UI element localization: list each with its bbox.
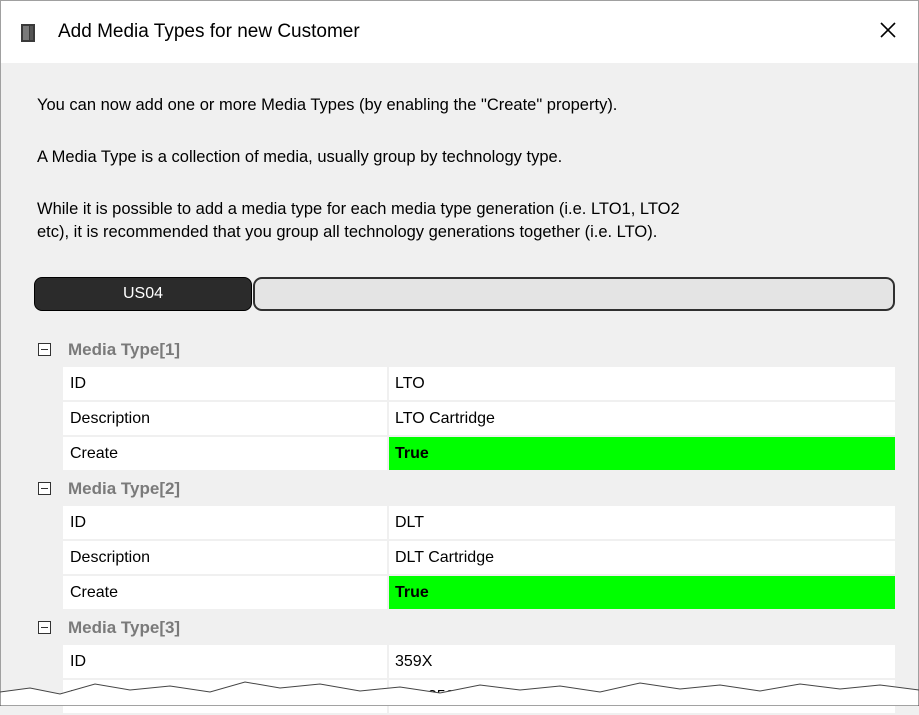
- category-label: Media Type[1]: [68, 340, 181, 359]
- property-name: Create: [63, 576, 387, 609]
- property-name: ID: [63, 367, 387, 400]
- app-icon: [19, 23, 39, 43]
- create-toggle[interactable]: True: [389, 576, 895, 609]
- instruction-text: A Media Type is a collection of media, u…: [37, 148, 563, 166]
- create-toggle[interactable]: True: [389, 437, 895, 470]
- property-row: ID LTO: [63, 367, 895, 402]
- instruction-text: etc), it is recommended that you group a…: [37, 223, 658, 241]
- category-media-type-3: Media Type[3]: [34, 611, 895, 645]
- property-row: ID 359X: [63, 645, 895, 680]
- property-row: ID DLT: [63, 506, 895, 541]
- collapse-minus-icon[interactable]: [38, 482, 51, 495]
- property-value[interactable]: DLT: [389, 506, 895, 539]
- category-label: Media Type[3]: [68, 618, 181, 637]
- category-label: Media Type[2]: [68, 479, 181, 498]
- property-name: Description: [63, 680, 387, 713]
- property-row: Description LTO Cartridge: [63, 402, 895, 437]
- window-title: Add Media Types for new Customer: [58, 21, 360, 42]
- property-value[interactable]: IBM 359x Cartridge: [389, 680, 895, 713]
- property-value[interactable]: LTO Cartridge: [389, 402, 895, 435]
- collapse-minus-icon[interactable]: [38, 343, 51, 356]
- property-row: Create True: [63, 437, 895, 472]
- tab-strip-empty: [253, 277, 895, 311]
- property-value[interactable]: 359X: [389, 645, 895, 678]
- customer-tab-strip: US04: [34, 277, 895, 311]
- property-name: Create: [63, 437, 387, 470]
- property-name: ID: [63, 645, 387, 678]
- property-value[interactable]: LTO: [389, 367, 895, 400]
- property-row: Description DLT Cartridge: [63, 541, 895, 576]
- close-button[interactable]: [858, 1, 918, 63]
- instruction-text: While it is possible to add a media type…: [37, 200, 680, 218]
- property-row: Create True: [63, 576, 895, 611]
- property-grid: Media Type[1] ID LTO Description LTO Car…: [34, 333, 895, 715]
- instruction-text: You can now add one or more Media Types …: [37, 96, 618, 114]
- collapse-minus-icon[interactable]: [38, 621, 51, 634]
- property-name: Description: [63, 402, 387, 435]
- property-name: Description: [63, 541, 387, 574]
- property-value[interactable]: DLT Cartridge: [389, 541, 895, 574]
- property-row: Description IBM 359x Cartridge: [63, 680, 895, 715]
- property-name: ID: [63, 506, 387, 539]
- close-icon[interactable]: [879, 21, 897, 43]
- category-media-type-1: Media Type[1]: [34, 333, 895, 367]
- title-bar: Add Media Types for new Customer: [0, 0, 919, 63]
- category-media-type-2: Media Type[2]: [34, 472, 895, 506]
- tab-us04[interactable]: US04: [34, 277, 252, 311]
